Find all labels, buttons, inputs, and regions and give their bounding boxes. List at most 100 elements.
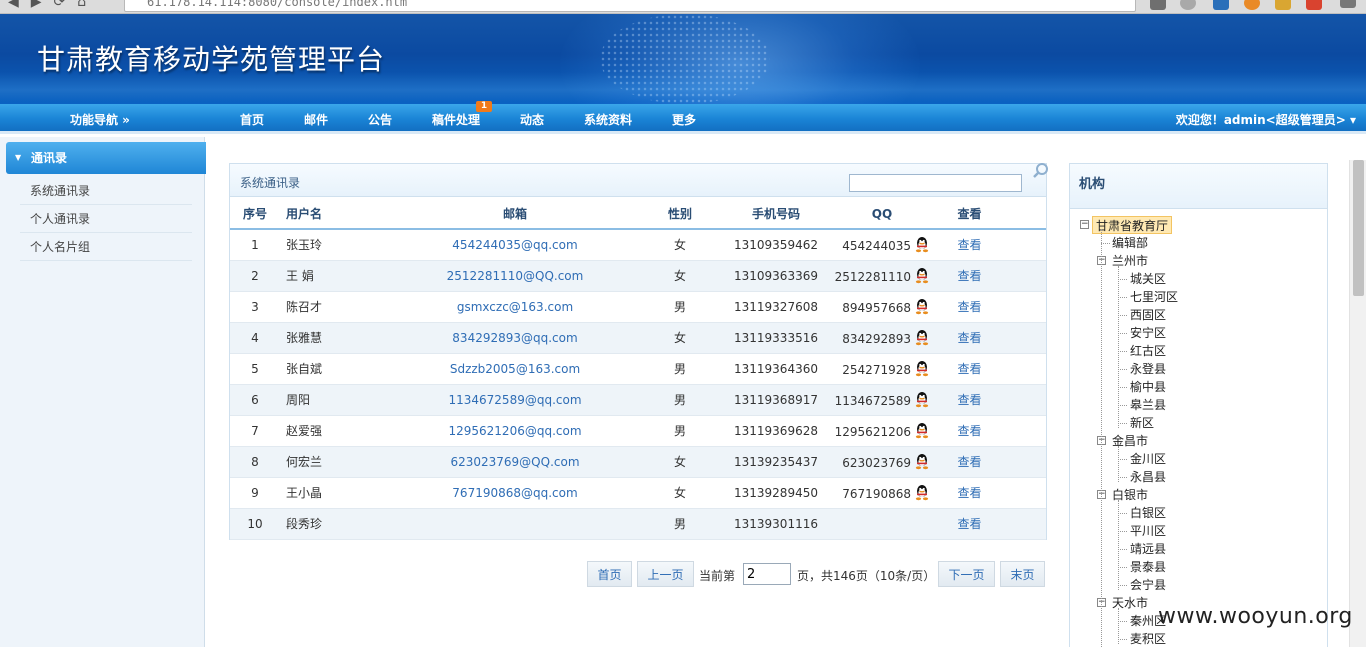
- sidebar-item-personal-contacts[interactable]: 个人通讯录: [20, 205, 192, 233]
- qq-penguin-icon[interactable]: [914, 453, 930, 470]
- view-link[interactable]: 查看: [932, 508, 1007, 540]
- org-node-district[interactable]: 红古区: [1130, 342, 1166, 360]
- org-node-district[interactable]: 会宁县: [1130, 576, 1166, 594]
- tree-collapse-icon[interactable]: −: [1080, 220, 1089, 229]
- tree-connector: [1118, 459, 1127, 460]
- org-node-district[interactable]: 麦积区: [1130, 630, 1166, 647]
- extension-icon[interactable]: [1180, 0, 1196, 10]
- tree-connector: [1118, 477, 1127, 478]
- qq-penguin-icon[interactable]: [914, 329, 930, 346]
- extension-icon[interactable]: [1275, 0, 1291, 10]
- cell-email[interactable]: 1295621206@qq.com: [390, 415, 640, 447]
- view-link[interactable]: 查看: [932, 260, 1007, 292]
- tree-connector: [1118, 369, 1127, 370]
- org-node-district[interactable]: 城关区: [1130, 270, 1166, 288]
- org-node-district[interactable]: 金川区: [1130, 450, 1166, 468]
- qq-penguin-icon[interactable]: [914, 391, 930, 408]
- org-node-district[interactable]: 皋兰县: [1130, 396, 1166, 414]
- org-node-district[interactable]: 景泰县: [1130, 558, 1166, 576]
- org-node-root[interactable]: 甘肃省教育厅: [1092, 216, 1173, 234]
- next-page-button[interactable]: 下一页: [938, 561, 995, 587]
- nav-home[interactable]: 首页: [240, 111, 264, 128]
- nav-notice[interactable]: 公告: [368, 111, 392, 128]
- table-row: 6 周阳 1134672589@qq.com 男 13119368917 11346725…: [230, 384, 1046, 416]
- org-node-district[interactable]: 西固区: [1130, 306, 1166, 324]
- view-link[interactable]: 查看: [932, 415, 1007, 447]
- cell-no: 4: [230, 322, 280, 354]
- qq-penguin-icon[interactable]: [914, 236, 930, 253]
- prev-page-button[interactable]: 上一页: [637, 561, 694, 587]
- org-node-district[interactable]: 平川区: [1130, 522, 1166, 540]
- view-link[interactable]: 查看: [932, 322, 1007, 354]
- sidebar-section-contacts[interactable]: ▼ 通讯录: [6, 142, 206, 174]
- contacts-panel: 系统通讯录 序号 用户名 邮箱 性别 手机号码 QQ 查看 1 张玉玲 454244…: [229, 162, 1050, 540]
- qq-penguin-icon[interactable]: [914, 484, 930, 501]
- cell-no: 3: [230, 291, 280, 323]
- page-scrollbar[interactable]: ▲: [1349, 158, 1366, 647]
- cell-email[interactable]: 2512281110@QQ.com: [390, 260, 640, 292]
- cell-phone: 13109359462: [720, 229, 832, 261]
- extension-icon[interactable]: [1150, 0, 1166, 10]
- extension-icon[interactable]: [1213, 0, 1229, 10]
- page-summary: 页，共146页（10条/页）: [797, 569, 936, 583]
- qq-penguin-icon[interactable]: [914, 422, 930, 439]
- qq-penguin-icon[interactable]: [914, 267, 930, 284]
- nav-system-data[interactable]: 系统资料: [584, 111, 632, 128]
- view-link[interactable]: 查看: [932, 291, 1007, 323]
- user-welcome-menu[interactable]: 欢迎您！admin<超级管理员> ▾: [1176, 111, 1356, 128]
- nav-news[interactable]: 动态: [520, 111, 544, 128]
- org-node-district[interactable]: 白银区: [1130, 504, 1166, 522]
- view-link[interactable]: 查看: [932, 384, 1007, 416]
- page-number-input[interactable]: [743, 563, 791, 585]
- nav-mail[interactable]: 邮件: [304, 111, 328, 128]
- cell-email[interactable]: [390, 508, 640, 540]
- org-node-district[interactable]: 七里河区: [1130, 288, 1178, 306]
- function-nav-toggle[interactable]: 功能导航 »: [70, 111, 130, 128]
- tree-connector: [1118, 297, 1127, 298]
- address-bar[interactable]: 61.178.14.114:8080/console/index.htm: [124, 0, 1136, 12]
- browser-nav-icons[interactable]: ◀▶⟳⌂: [8, 0, 98, 10]
- first-page-button[interactable]: 首页: [587, 561, 632, 587]
- sidebar-item-card-groups[interactable]: 个人名片组: [20, 233, 192, 261]
- org-node-district[interactable]: 永昌县: [1130, 468, 1166, 486]
- view-link[interactable]: 查看: [932, 477, 1007, 509]
- org-node-city[interactable]: 编辑部: [1112, 234, 1148, 252]
- sidebar-item-system-contacts[interactable]: 系统通讯录: [20, 177, 192, 205]
- org-node-district[interactable]: 榆中县: [1130, 378, 1166, 396]
- tree-connector: [1101, 243, 1110, 244]
- cell-email[interactable]: 454244035@qq.com: [390, 229, 640, 261]
- cell-email[interactable]: gsmxczc@163.com: [390, 291, 640, 323]
- col-header-view: 查看: [932, 199, 1007, 230]
- org-node-district[interactable]: 新区: [1130, 414, 1154, 432]
- cell-qq: 834292893: [832, 322, 932, 354]
- cell-email[interactable]: 1134672589@qq.com: [390, 384, 640, 416]
- org-node-district[interactable]: 靖远县: [1130, 540, 1166, 558]
- menu-icon[interactable]: [1340, 0, 1356, 8]
- last-page-button[interactable]: 末页: [1000, 561, 1045, 587]
- table-row: 10 段秀珍 男 13139301116 查看: [230, 508, 1046, 540]
- tree-connector: [1118, 567, 1127, 568]
- qq-penguin-icon[interactable]: [914, 360, 930, 377]
- cell-qq: 623023769: [832, 446, 932, 478]
- view-link[interactable]: 查看: [932, 353, 1007, 385]
- cell-email[interactable]: Sdzzb2005@163.com: [390, 353, 640, 385]
- nav-manuscripts[interactable]: 稿件处理: [432, 111, 480, 128]
- view-link[interactable]: 查看: [932, 229, 1007, 261]
- cell-email[interactable]: 767190868@qq.com: [390, 477, 640, 509]
- scrollbar-thumb[interactable]: [1353, 160, 1364, 296]
- qq-penguin-icon[interactable]: [914, 298, 930, 315]
- org-node-district[interactable]: 安宁区: [1130, 324, 1166, 342]
- collapse-arrow-icon: ▼: [15, 153, 22, 162]
- nav-more[interactable]: 更多: [672, 111, 696, 128]
- panel-title: 系统通讯录: [240, 176, 301, 190]
- extension-icon[interactable]: [1306, 0, 1322, 10]
- cell-email[interactable]: 623023769@QQ.com: [390, 446, 640, 478]
- search-input[interactable]: [849, 174, 1022, 192]
- extension-icon[interactable]: [1244, 0, 1260, 10]
- cell-qq: 2512281110: [832, 260, 932, 292]
- search-icon[interactable]: [1032, 162, 1050, 180]
- cell-phone: 13119327608: [720, 291, 832, 323]
- view-link[interactable]: 查看: [932, 446, 1007, 478]
- cell-email[interactable]: 834292893@qq.com: [390, 322, 640, 354]
- org-node-district[interactable]: 永登县: [1130, 360, 1166, 378]
